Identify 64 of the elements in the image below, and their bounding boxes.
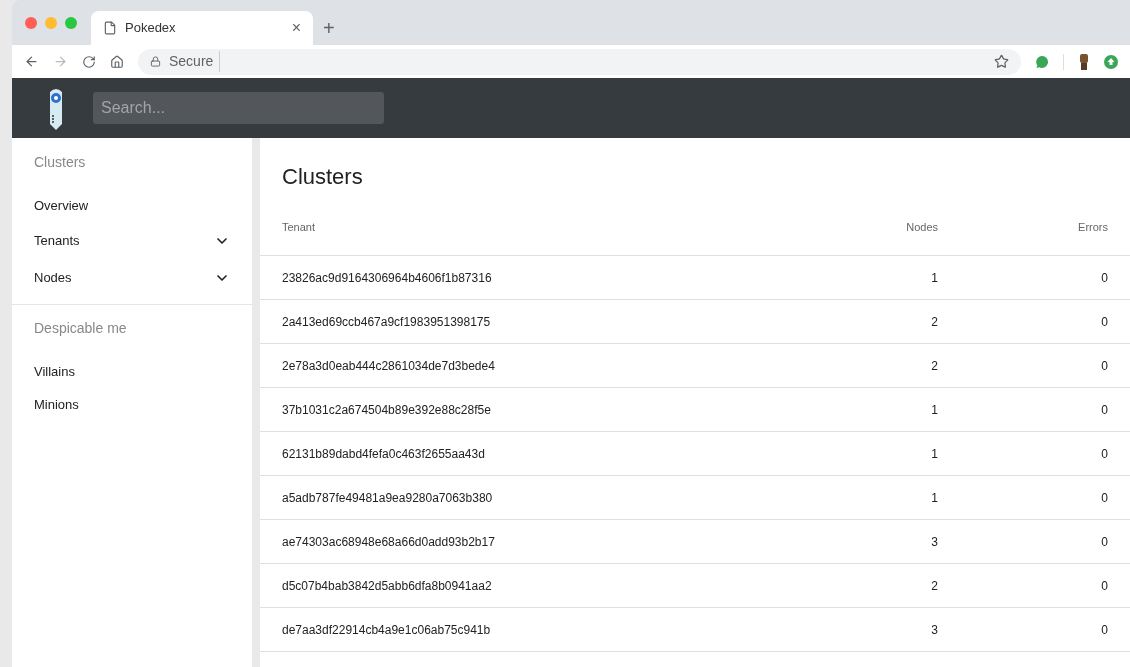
secure-label: Secure: [169, 51, 221, 72]
table-row[interactable]: 23826ac9d9164306964b4606f1b87316 1 0: [260, 256, 1130, 300]
sidebar-heading: Despicable me: [33, 319, 128, 338]
table-row[interactable]: d5c07b4bab3842d5abb6dfa8b0941aa2 2 0: [260, 564, 1130, 608]
table-cell-text: 1: [930, 401, 938, 419]
table-cell-text: 0: [1100, 357, 1108, 375]
new-tab-button[interactable]: +: [313, 11, 345, 45]
table-row[interactable]: 62131b89dabd4fefa0c463f2655aa43d 1 0: [260, 432, 1130, 476]
table-cell-text: 0: [1100, 489, 1108, 507]
table-row[interactable]: 37b1031c2a674504b89e392e88c28f5e 1 0: [260, 388, 1130, 432]
figure-icon[interactable]: [1078, 53, 1090, 70]
table-cell-text: 37b1031c2a674504b89e392e88c28f5e: [282, 401, 492, 419]
table-cell-text: 62131b89dabd4fefa0c463f2655aa43d: [282, 445, 486, 463]
column-header: Tenant: [282, 220, 317, 236]
column-header: Errors: [1077, 220, 1108, 236]
table-cell-text: 3: [930, 533, 938, 551]
table-cell-text: 23826ac9d9164306964b4606f1b87316: [282, 269, 493, 287]
table-row[interactable]: 2a413ed69ccb467a9cf1983951398175 2 0: [260, 300, 1130, 344]
table-cell-text: 0: [1100, 269, 1108, 287]
page-title: Clusters: [281, 163, 364, 191]
browser-tab[interactable]: Pokedex ×: [91, 11, 313, 45]
table-cell-text: 0: [1100, 533, 1108, 551]
home-icon[interactable]: [110, 54, 124, 69]
table-cell-text: 0: [1100, 401, 1108, 419]
table-cell-text: 0: [1100, 445, 1108, 463]
tab-close-button[interactable]: ×: [291, 16, 301, 40]
table-cell-text: 2: [930, 357, 938, 375]
table-cell-text: de7aa3df22914cb4a9e1c06ab75c941b: [282, 621, 492, 639]
sidebar-heading: Clusters: [33, 153, 87, 172]
upload-icon[interactable]: [1104, 54, 1118, 69]
table-cell-text: 1: [930, 489, 938, 507]
table-cell-text: 0: [1100, 621, 1108, 639]
sidebar-item[interactable]: Minions: [12, 388, 252, 421]
table-cell-text: 1: [930, 445, 938, 463]
table-cell-text: 2a413ed69ccb467a9cf1983951398175: [282, 313, 492, 331]
chat-bubble-icon[interactable]: [1035, 54, 1049, 69]
table-cell-text: ae74303ac68948e68a66d0add93b2b17: [282, 533, 496, 551]
sidebar-item[interactable]: Villains: [12, 355, 252, 388]
page-icon: [103, 21, 117, 35]
table-cell-text: a5adb787fe49481a9ea9280a7063b380: [282, 489, 494, 507]
bookmark-star-icon[interactable]: [994, 54, 1009, 69]
table-cell-text: 2e78a3d0eab444c2861034de7d3bede4: [282, 357, 496, 375]
sidebar-item[interactable]: Nodes: [12, 259, 252, 296]
sidebar-item[interactable]: Overview: [12, 189, 252, 222]
lock-icon: [150, 56, 161, 67]
table-cell-text: 2: [930, 577, 938, 595]
table-cell-text: 0: [1100, 577, 1108, 595]
column-header: Nodes: [905, 220, 938, 236]
reload-icon[interactable]: [82, 54, 96, 69]
table-row[interactable]: a5adb787fe49481a9ea9280a7063b380 1 0: [260, 476, 1130, 520]
tab-title: Pokedex: [125, 19, 177, 38]
back-icon[interactable]: [24, 54, 39, 69]
table-cell-text: 1: [930, 269, 938, 287]
sidebar-item[interactable]: Tenants: [12, 222, 252, 259]
table-cell-text: d5c07b4bab3842d5abb6dfa8b0941aa2: [282, 577, 493, 595]
address-bar[interactable]: Secure: [138, 48, 1021, 75]
search-field[interactable]: Search...: [93, 92, 384, 124]
table-row[interactable]: 2e78a3d0eab444c2861034de7d3bede4 2 0: [260, 344, 1130, 388]
table-cell-text: 3: [930, 621, 938, 639]
table-cell-text: 0: [1100, 313, 1108, 331]
table-row[interactable]: de7aa3df22914cb4a9e1c06ab75c941b 3 0: [260, 608, 1130, 652]
table-cell-text: 2: [930, 313, 938, 331]
table-row[interactable]: ae74303ac68948e68a66d0add93b2b17 3 0: [260, 520, 1130, 564]
logo-icon[interactable]: [47, 86, 65, 130]
